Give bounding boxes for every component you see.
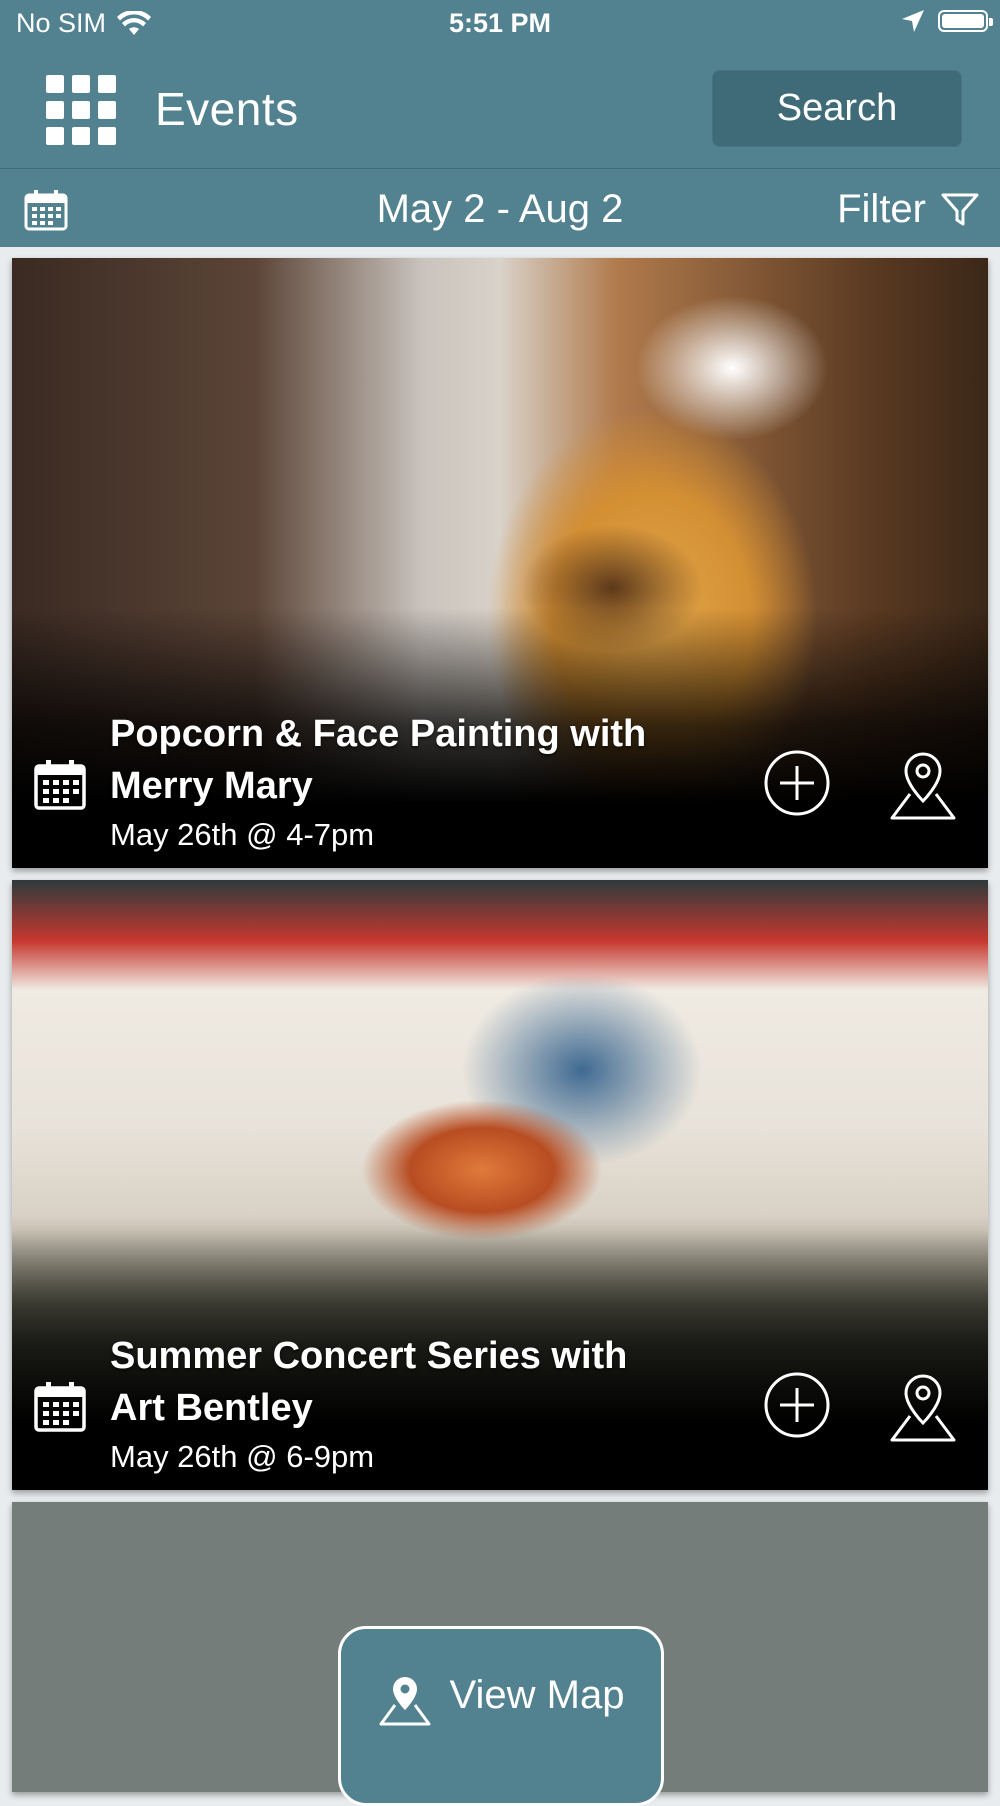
location-pin-icon[interactable]: [888, 748, 958, 822]
status-time: 5:51 PM: [448, 8, 552, 38]
event-card[interactable]: Popcorn & Face Painting with Merry Mary …: [12, 258, 988, 868]
location-arrow-icon: [902, 10, 924, 32]
view-map-button[interactable]: View Map: [338, 1626, 664, 1806]
status-bar: No SIM 5:51 PM: [0, 0, 1000, 50]
filter-label: Filter: [837, 187, 926, 231]
calendar-icon: [34, 760, 86, 810]
add-event-button[interactable]: [762, 748, 832, 818]
status-right: [900, 8, 993, 34]
event-date: May 26th @ 4-7pm: [110, 817, 375, 852]
location-pin-icon[interactable]: [888, 1370, 958, 1444]
event-info: Summer Concert Series with Art Bentley M…: [110, 1330, 668, 1480]
app-header: Events Search: [0, 50, 1000, 168]
date-filter-bar: May 2 - Aug 2 Filter: [0, 168, 1000, 247]
map-pin-icon: [379, 1677, 431, 1726]
event-title: Summer Concert Series with Art Bentley: [110, 1335, 628, 1429]
battery-icon: [938, 10, 993, 32]
page-title: Events: [155, 83, 299, 135]
map-panel: View Map: [12, 1502, 988, 1806]
event-info: Popcorn & Face Painting with Merry Mary …: [110, 708, 668, 858]
view-map-label: View Map: [449, 1673, 625, 1717]
add-event-button[interactable]: [762, 1370, 832, 1440]
search-button[interactable]: Search: [712, 70, 962, 147]
calendar-icon: [34, 1382, 86, 1432]
event-card[interactable]: Summer Concert Series with Art Bentley M…: [12, 880, 988, 1490]
grid-menu-icon[interactable]: [46, 75, 116, 145]
funnel-icon: [941, 193, 979, 225]
filter-button[interactable]: Filter: [837, 187, 980, 232]
event-title: Popcorn & Face Painting with Merry Mary: [110, 713, 647, 807]
event-date: May 26th @ 6-9pm: [110, 1439, 375, 1474]
